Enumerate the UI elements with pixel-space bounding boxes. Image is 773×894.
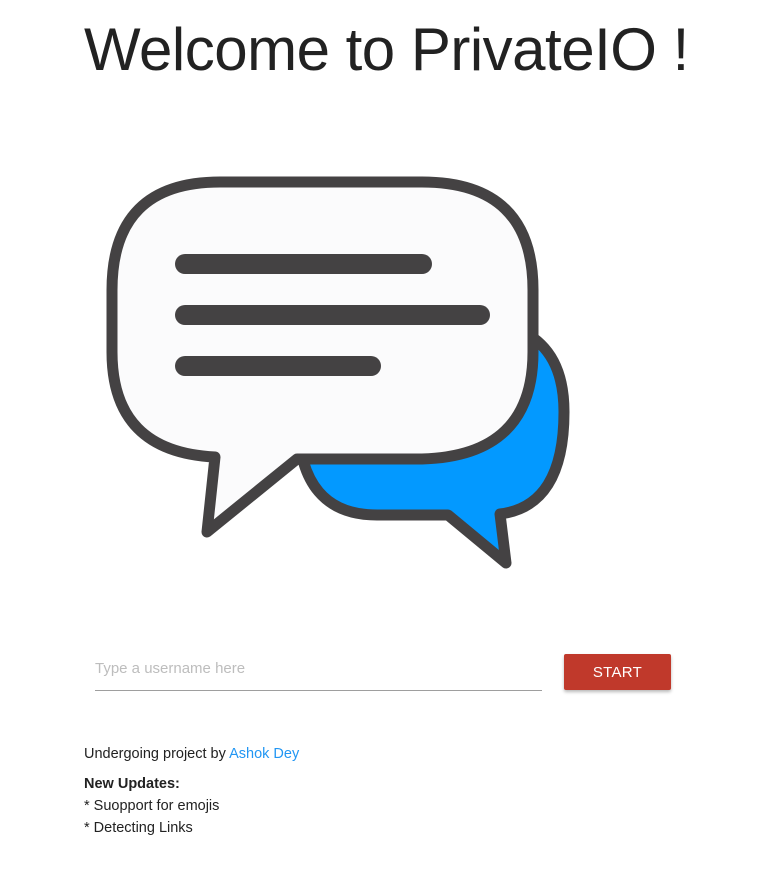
updates-list: * Suopport for emojis * Detecting Links (84, 795, 299, 839)
start-button[interactable]: START (564, 654, 671, 690)
update-item: * Detecting Links (84, 820, 193, 836)
footer: Undergoing project by Ashok Dey New Upda… (84, 743, 299, 839)
username-field (95, 650, 542, 691)
credit-prefix: Undergoing project by (84, 746, 230, 762)
username-input[interactable] (95, 650, 542, 686)
update-item: * Suopport for emojis (84, 798, 220, 814)
updates-title: New Updates: (84, 776, 180, 792)
page-title: Welcome to PrivateIO ! (84, 16, 689, 83)
welcome-page: Welcome to PrivateIO ! START Undergoing … (0, 0, 773, 894)
credit-line: Undergoing project by Ashok Dey (84, 743, 299, 765)
author-link[interactable]: Ashok Dey (229, 746, 299, 762)
chat-bubbles-icon (102, 172, 578, 572)
